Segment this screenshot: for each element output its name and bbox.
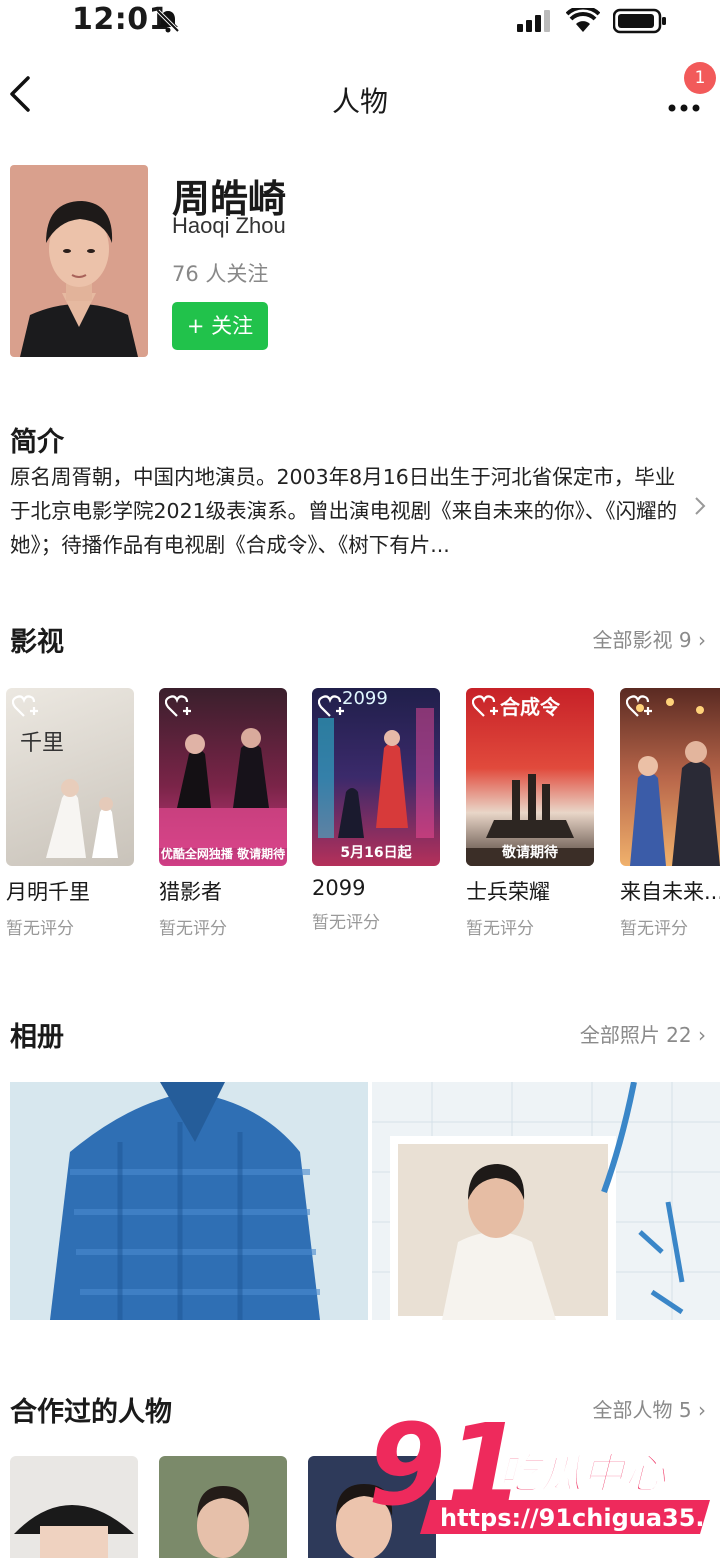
collaborators-title: 合作过的人物 [10,1397,172,1428]
avatar [10,165,148,357]
poster-caption: 5月16日起 [340,845,412,861]
wifi-icon [566,8,600,32]
film-card[interactable]: 2099 5月16日起 2099 暂无评分 [312,688,440,933]
poster-caption: 敬请期待 [502,845,558,861]
page-title: 人物 [331,85,388,118]
follow-button[interactable]: + 关注 [172,302,268,350]
film-title: 月明千里 [6,880,90,904]
collaborator-thumb[interactable] [159,1456,287,1558]
film-title: 猎影者 [159,880,222,904]
signal-icon [517,10,550,32]
film-rating: 暂无评分 [466,919,534,939]
film-poster [620,688,720,866]
svg-text:2099: 2099 [342,688,388,709]
film-rating: 暂无评分 [6,919,74,939]
films-title: 影视 [10,627,64,658]
notification-badge: 1 [684,62,716,94]
film-rating: 暂无评分 [159,919,227,939]
film-poster: 优酷全网独播 敬请期待 [159,688,287,866]
film-rating: 暂无评分 [620,919,688,939]
bell-slash-icon [156,9,180,33]
album-photo[interactable] [372,1082,720,1320]
nav-bar: 人物 [0,60,720,132]
film-poster: 2099 5月16日起 [312,688,440,866]
all-films-link[interactable]: 全部影视 9 › [593,624,706,653]
chevron-right-icon[interactable] [692,494,708,518]
intro-title: 简介 [10,427,64,458]
film-title: 2099 [312,876,366,900]
person-english-name: Haoqi Zhou [172,213,286,238]
heart-plus-icon[interactable] [165,694,195,718]
status-bar: 12:01 [0,0,720,44]
intro-text[interactable]: 原名周胥朝，中国内地演员。2003年8月16日出生于河北省保定市，毕业于北京电影… [10,460,680,562]
all-films-label: 全部影视 9 [592,628,692,652]
film-title: 士兵荣耀 [466,880,550,904]
all-photos-label: 全部照片 22 [579,1023,692,1047]
film-poster: 合成令 敬请期待 [466,688,594,866]
film-card[interactable]: 千里 月明千里 暂无评分 [6,688,134,939]
heart-plus-icon[interactable] [626,694,656,718]
heart-plus-icon[interactable] [12,694,42,718]
svg-text:合成令: 合成令 [500,695,561,719]
svg-text:千里: 千里 [20,731,64,756]
follower-count: 76 人关注 [172,262,269,286]
collaborator-thumb[interactable] [10,1456,138,1558]
poster-caption: 优酷全网独播 敬请期待 [160,847,286,861]
film-poster: 千里 [6,688,134,866]
film-card[interactable]: 优酷全网独播 敬请期待 猎影者 暂无评分 [159,688,287,939]
album-photo[interactable] [10,1082,368,1320]
film-title: 来自未来... [620,880,720,904]
heart-plus-icon[interactable] [318,694,348,718]
battery-icon [613,8,666,34]
film-card[interactable]: 合成令 敬请期待 士兵荣耀 暂无评分 [466,688,594,939]
all-photos-link[interactable]: 全部照片 22 › [580,1019,706,1048]
watermark: 91 吃瓜中心 https://91chigua35.com [368,1401,720,1548]
heart-plus-icon[interactable] [472,694,502,718]
film-card[interactable]: 来自未来... 暂无评分 [620,688,720,939]
watermark-url: https://91chigua35.com [440,1504,720,1532]
svg-text:吃瓜中心: 吃瓜中心 [498,1449,667,1498]
film-rating: 暂无评分 [312,913,380,933]
album-title: 相册 [10,1022,64,1053]
